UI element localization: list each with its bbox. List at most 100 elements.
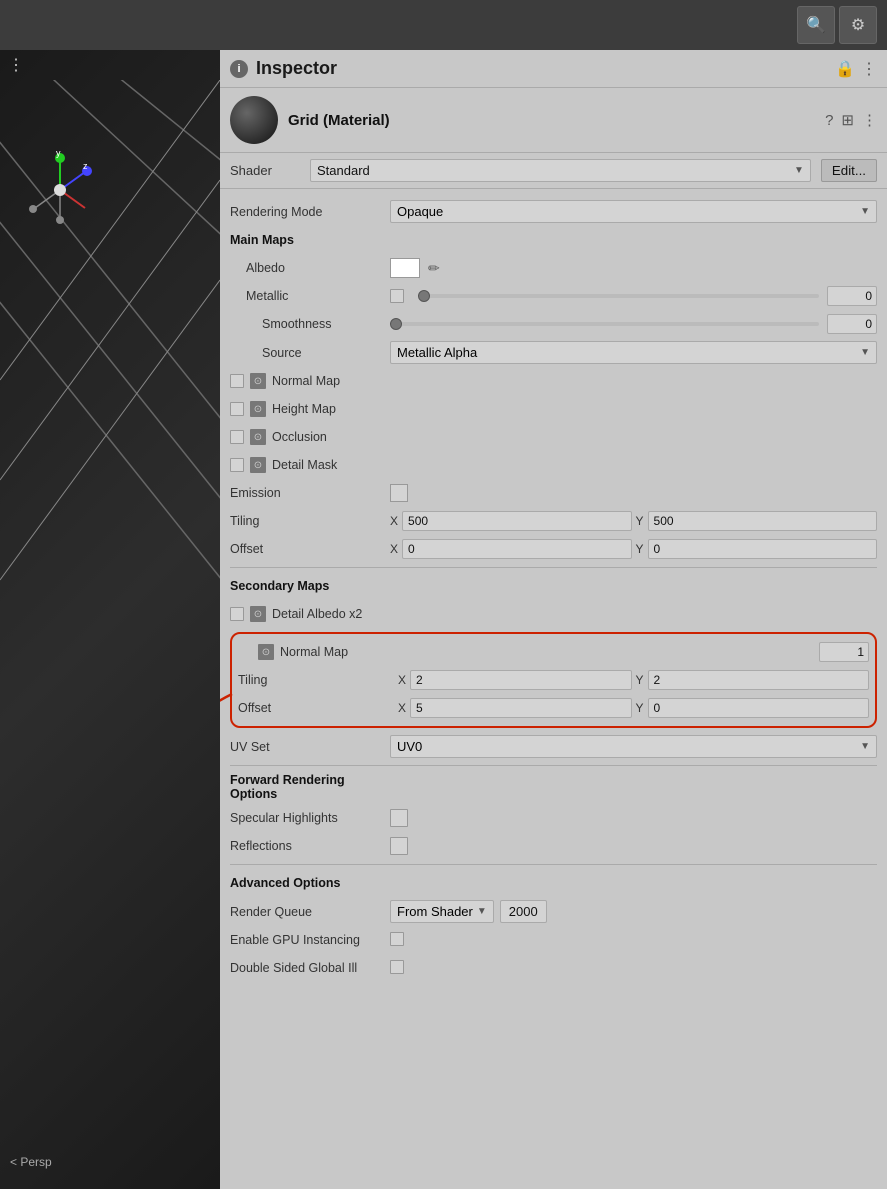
secondary-tiling-x-input[interactable] <box>410 670 631 690</box>
normal-map-checkbox[interactable] <box>230 374 244 388</box>
rendering-mode-label: Rendering Mode <box>230 205 390 219</box>
tiling-x-label: X <box>390 514 398 528</box>
secondary-tiling-row: Tiling X Y <box>238 666 869 694</box>
gpu-instancing-checkbox[interactable] <box>390 932 404 946</box>
secondary-tiling-label: Tiling <box>238 673 398 687</box>
secondary-normal-icon: ⊙ <box>258 644 274 660</box>
reflections-value <box>390 837 877 855</box>
offset-y-label: Y <box>636 542 644 556</box>
main-offset-y-field: Y <box>636 539 878 559</box>
uv-dropdown-arrow: ▼ <box>860 741 870 752</box>
material-header: Grid (Material) ? ⊞ ⋮ <box>220 88 887 153</box>
emission-label: Emission <box>230 486 390 500</box>
gear-icon: ⚙ <box>851 15 865 35</box>
rendering-mode-value: Opaque ▼ <box>390 200 877 223</box>
normal-map-icon: ⊙ <box>250 373 266 389</box>
smoothness-value: 0 <box>390 314 877 334</box>
double-sided-label: Double Sided Global Ill <box>230 961 390 975</box>
albedo-row: Albedo ✏ <box>230 254 877 282</box>
svg-text:z: z <box>83 161 88 171</box>
main-maps-title: Main Maps <box>230 233 390 247</box>
secondary-offset-row: Offset X Y <box>238 694 869 722</box>
metallic-slider[interactable] <box>418 294 819 298</box>
specular-label: Specular Highlights <box>230 811 390 825</box>
render-queue-num[interactable]: 2000 <box>500 900 547 923</box>
albedo-color-swatch[interactable] <box>390 258 420 278</box>
scene-menu-button[interactable]: ⋮ <box>8 55 24 75</box>
secondary-offset-y-field: Y <box>636 698 870 718</box>
help-button[interactable]: ? <box>825 112 833 129</box>
material-sphere <box>230 96 278 144</box>
forward-rendering-title: Forward Rendering Options <box>230 773 390 801</box>
detail-albedo-checkbox[interactable] <box>230 607 244 621</box>
main-offset-row: Offset X Y <box>230 535 877 563</box>
uv-set-dropdown[interactable]: UV0 ▼ <box>390 735 877 758</box>
secondary-offset-x-input[interactable] <box>410 698 631 718</box>
metallic-num[interactable]: 0 <box>827 286 877 306</box>
specular-checkbox[interactable] <box>390 809 408 827</box>
metallic-slider-thumb[interactable] <box>418 290 430 302</box>
eyedropper-icon[interactable]: ✏ <box>428 260 440 277</box>
main-offset-x-input[interactable] <box>402 539 631 559</box>
secondary-tiling-y-input[interactable] <box>648 670 869 690</box>
rendering-mode-dropdown[interactable]: Opaque ▼ <box>390 200 877 223</box>
tiling-y-label: Y <box>636 514 644 528</box>
double-sided-checkbox[interactable] <box>390 960 404 974</box>
secondary-maps-title: Secondary Maps <box>230 579 390 593</box>
render-queue-dropdown[interactable]: From Shader ▼ <box>390 900 494 923</box>
sec-tiling-y-label: Y <box>636 673 644 687</box>
main-tiling-y-input[interactable] <box>648 511 877 531</box>
metallic-slider-container: 0 <box>390 286 877 306</box>
search-button[interactable]: 🔍 <box>797 6 835 44</box>
main-tiling-x-input[interactable] <box>402 511 631 531</box>
source-value: Metallic Alpha ▼ <box>390 341 877 364</box>
main-offset-y-input[interactable] <box>648 539 877 559</box>
shader-value: Standard <box>317 163 370 178</box>
secondary-normal-value[interactable]: 1 <box>819 642 869 662</box>
shader-dropdown[interactable]: Standard ▼ <box>310 159 811 182</box>
occlusion-checkbox[interactable] <box>230 430 244 444</box>
emission-color-swatch[interactable] <box>390 484 408 502</box>
specular-value <box>390 809 877 827</box>
settings-button[interactable]: ⊞ <box>841 111 854 129</box>
info-icon: i <box>230 60 248 78</box>
main-tiling-fields: X Y <box>390 511 877 531</box>
uv-set-value: UV0 ▼ <box>390 735 877 758</box>
inspector-more-button[interactable]: ⋮ <box>861 59 877 79</box>
inspector-panel: i Inspector 🔒 ⋮ Grid (Material) ? ⊞ ⋮ Sh… <box>220 50 887 1189</box>
material-header-icons: ? ⊞ ⋮ <box>825 111 877 129</box>
albedo-value: ✏ <box>390 258 877 278</box>
albedo-label: Albedo <box>230 261 390 275</box>
detail-mask-label: Detail Mask <box>272 458 877 472</box>
height-map-checkbox[interactable] <box>230 402 244 416</box>
detail-mask-icon: ⊙ <box>250 457 266 473</box>
metallic-row: Metallic 0 <box>230 282 877 310</box>
metallic-checkbox[interactable] <box>390 289 404 303</box>
gear-button[interactable]: ⚙ <box>839 6 877 44</box>
detail-mask-checkbox[interactable] <box>230 458 244 472</box>
reflections-checkbox[interactable] <box>390 837 408 855</box>
shader-row: Shader Standard ▼ Edit... <box>220 153 887 189</box>
source-dropdown-arrow: ▼ <box>860 347 870 358</box>
smoothness-slider[interactable] <box>390 322 819 326</box>
inspector-content: i Inspector 🔒 ⋮ Grid (Material) ? ⊞ ⋮ Sh… <box>220 50 887 990</box>
gpu-instancing-value <box>390 932 877 949</box>
smoothness-num[interactable]: 0 <box>827 314 877 334</box>
smoothness-slider-thumb[interactable] <box>390 318 402 330</box>
emission-row: Emission <box>230 479 877 507</box>
main-maps-section: Main Maps <box>230 226 877 254</box>
source-dropdown[interactable]: Metallic Alpha ▼ <box>390 341 877 364</box>
lock-button[interactable]: 🔒 <box>835 59 855 79</box>
render-queue-label: Render Queue <box>230 905 390 919</box>
material-more-button[interactable]: ⋮ <box>862 111 877 129</box>
edit-button[interactable]: Edit... <box>821 159 877 182</box>
secondary-maps-section: Secondary Maps <box>230 572 877 600</box>
offset-x-label: X <box>390 542 398 556</box>
occlusion-row: ⊙ Occlusion <box>230 423 877 451</box>
sec-offset-x-label: X <box>398 701 406 715</box>
shader-label: Shader <box>230 163 300 178</box>
secondary-offset-y-input[interactable] <box>648 698 869 718</box>
forward-rendering-section: Forward Rendering Options <box>230 770 877 804</box>
inspector-title: Inspector <box>256 58 827 79</box>
main-tiling-row: Tiling X Y <box>230 507 877 535</box>
